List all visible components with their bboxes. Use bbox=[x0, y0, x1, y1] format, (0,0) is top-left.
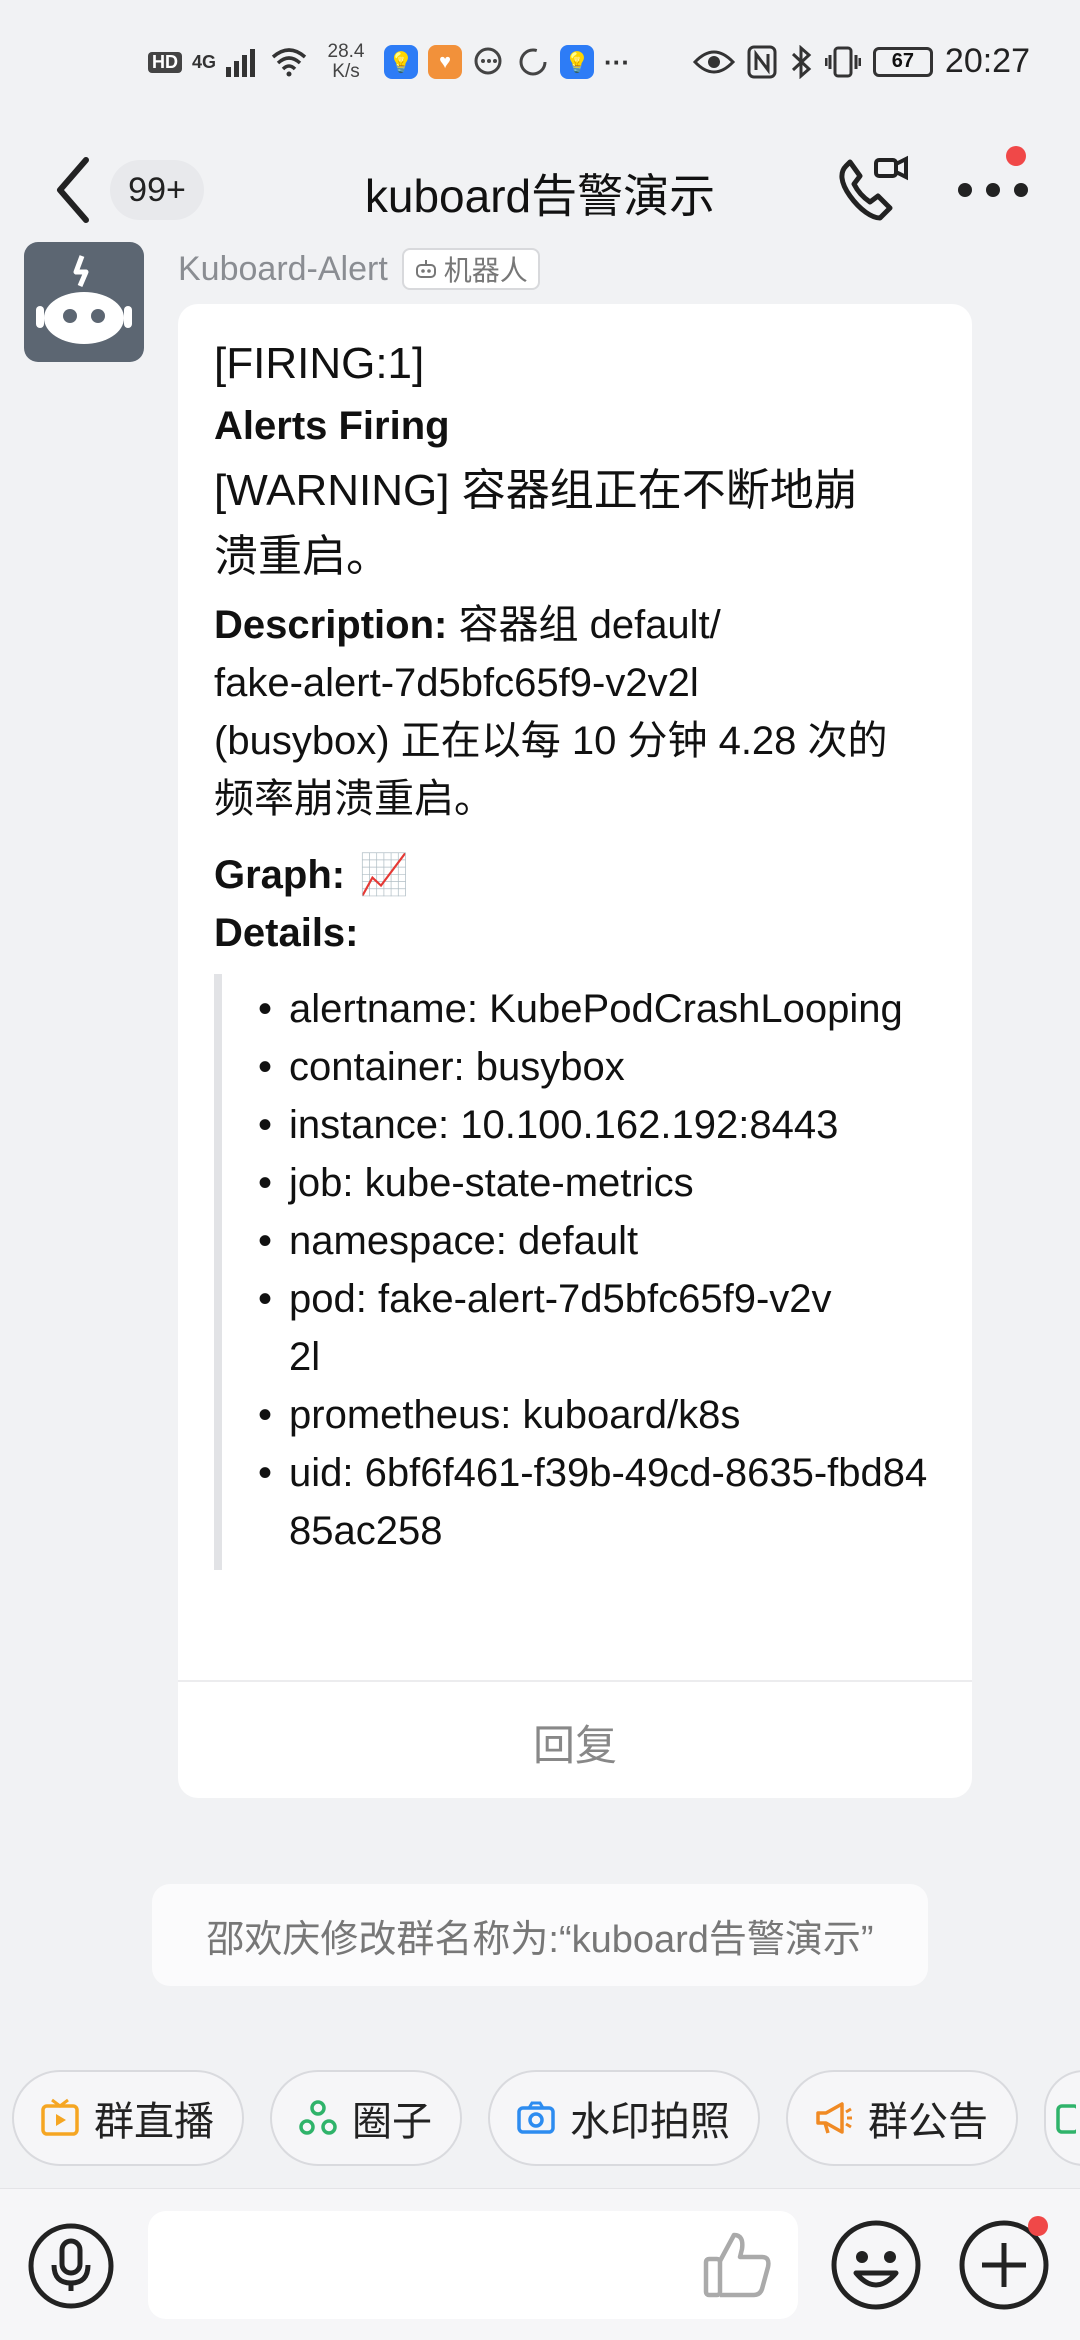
detail-item: • namespace: default bbox=[258, 1219, 639, 1263]
add-notification-dot bbox=[1028, 2216, 1048, 2236]
signal-icon bbox=[226, 49, 256, 77]
chat-title: kuboard告警演示 bbox=[364, 170, 716, 222]
robot-tag-icon bbox=[415, 260, 436, 278]
network-speed-unit: K/s bbox=[332, 61, 360, 82]
quick-action-live-label: 群直播 bbox=[94, 2100, 214, 2144]
graph-line: Graph: 📈 bbox=[214, 846, 940, 904]
eye-icon bbox=[692, 50, 735, 73]
alerts-heading: Alerts Firing bbox=[214, 404, 450, 448]
status-bar: HD 4G 28.4 K/s 💡 ♥ 💡 ··· 67 20:27 bbox=[0, 0, 1080, 130]
detail-item: • uid: 6bf6f461-f39b-49cd-8635-fbd8485ac2… bbox=[258, 1451, 928, 1553]
robot-icon bbox=[36, 255, 132, 344]
graph-label: Graph: bbox=[214, 853, 346, 897]
battery-indicator: 67 bbox=[872, 46, 933, 77]
megaphone-icon bbox=[816, 2102, 852, 2134]
phone-video-call-icon[interactable] bbox=[832, 152, 912, 228]
quick-action-live[interactable]: 群直播 bbox=[12, 2070, 244, 2166]
bulb-app-icon-2: 💡 bbox=[560, 45, 595, 79]
input-bar bbox=[0, 2188, 1080, 2340]
detail-item: • instance: 10.100.162.192:8443 bbox=[258, 1103, 839, 1147]
description-text-2: fake-alert-7d5bfc65f9-v2v2l bbox=[214, 661, 699, 705]
quick-action-watermark-camera[interactable]: 水印拍照 bbox=[488, 2070, 760, 2166]
bot-tag-label: 机器人 bbox=[443, 255, 528, 286]
quick-action-announcement[interactable]: 群公告 bbox=[786, 2070, 1018, 2166]
vibrate-icon bbox=[824, 46, 861, 77]
warning-line-1: [WARNING] 容器组正在不断地崩 bbox=[214, 466, 858, 515]
bluetooth-icon bbox=[791, 44, 812, 79]
description: Description: 容器组 default/ fake-alert-7d5… bbox=[214, 596, 940, 828]
more-notifications-icon: ··· bbox=[604, 46, 630, 77]
quick-action-announcement-label: 群公告 bbox=[868, 2100, 988, 2144]
quick-action-watermark-label: 水印拍照 bbox=[570, 2100, 730, 2144]
detail-item: • job: kube-state-metrics bbox=[258, 1161, 694, 1205]
notification-dot bbox=[1006, 146, 1026, 166]
voice-input-icon[interactable] bbox=[26, 2221, 116, 2311]
partial-action-icon bbox=[1056, 2104, 1076, 2134]
chat-header: 99+ kuboard告警演示 bbox=[0, 130, 1080, 250]
warning-line-2: 溃重启。 bbox=[214, 532, 390, 581]
description-label: Description: bbox=[214, 603, 448, 647]
chat-bubble-icon bbox=[474, 47, 502, 75]
alert-message-body: [FIRING:1] Alerts Firing [WARNING] 容器组正在… bbox=[214, 334, 940, 1570]
bulb-app-icon: 💡 bbox=[384, 45, 419, 79]
quick-action-circle-label: 圈子 bbox=[352, 2100, 432, 2144]
details-label: Details: bbox=[214, 911, 359, 955]
thumbs-up-icon[interactable] bbox=[700, 2227, 776, 2303]
chart-increasing-icon[interactable]: 📈 bbox=[359, 846, 409, 904]
details-list: • alertname: KubePodCrashLooping • contain… bbox=[214, 974, 940, 1570]
quick-actions-bar: 群直播 圈子 水印拍照 群公告 bbox=[12, 2070, 1080, 2166]
quick-action-circle[interactable]: 圈子 bbox=[270, 2070, 462, 2166]
heart-app-icon: ♥ bbox=[428, 45, 463, 79]
detail-item: • prometheus: kuboard/k8s bbox=[258, 1393, 741, 1437]
description-text-1: 容器组 default/ bbox=[447, 603, 721, 647]
detail-item: • container: busybox bbox=[258, 1045, 625, 1089]
bot-tag: 机器人 bbox=[401, 248, 540, 290]
sender-line: Kuboard-Alert 机器人 bbox=[178, 248, 540, 290]
detail-item: • pod: fake-alert-7d5bfc65f9-v2v2l bbox=[258, 1277, 832, 1379]
sender-name[interactable]: Kuboard-Alert bbox=[178, 250, 388, 289]
bot-avatar[interactable] bbox=[24, 242, 144, 362]
system-notice: 邵欢庆修改群名称为:“kuboard告警演示” bbox=[152, 1884, 928, 1986]
alert-message-bubble[interactable]: [FIRING:1] Alerts Firing [WARNING] 容器组正在… bbox=[178, 304, 972, 1798]
more-options-icon[interactable] bbox=[948, 160, 1038, 220]
camera-icon bbox=[517, 2101, 555, 2134]
reply-divider bbox=[178, 1680, 972, 1682]
wifi-icon bbox=[271, 48, 307, 77]
network-type: 4G bbox=[192, 51, 217, 72]
circle-group-icon bbox=[299, 2100, 337, 2135]
status-right-group: 67 20:27 bbox=[692, 42, 1030, 81]
reply-button[interactable]: 回复 bbox=[178, 1686, 972, 1798]
nfc-icon bbox=[747, 45, 777, 78]
clock: 20:27 bbox=[944, 42, 1030, 80]
network-speed: 28.4 K/s bbox=[318, 42, 374, 82]
loading-ring-icon bbox=[519, 48, 547, 76]
detail-item: • alertname: KubePodCrashLooping bbox=[258, 987, 903, 1031]
hd-indicator: HD bbox=[148, 51, 182, 73]
firing-status: [FIRING:1] bbox=[214, 339, 425, 388]
tv-icon bbox=[41, 2098, 79, 2136]
description-text-3: (busybox) 正在以每 10 分钟 4.28 次的 bbox=[214, 719, 888, 763]
emoji-icon[interactable] bbox=[828, 2217, 924, 2313]
network-speed-value: 28.4 bbox=[327, 41, 365, 62]
status-left-group: HD 4G 28.4 K/s 💡 ♥ 💡 ··· bbox=[148, 42, 630, 82]
quick-action-more-partial[interactable] bbox=[1044, 2070, 1080, 2166]
description-text-4: 频率崩溃重启。 bbox=[214, 777, 494, 821]
